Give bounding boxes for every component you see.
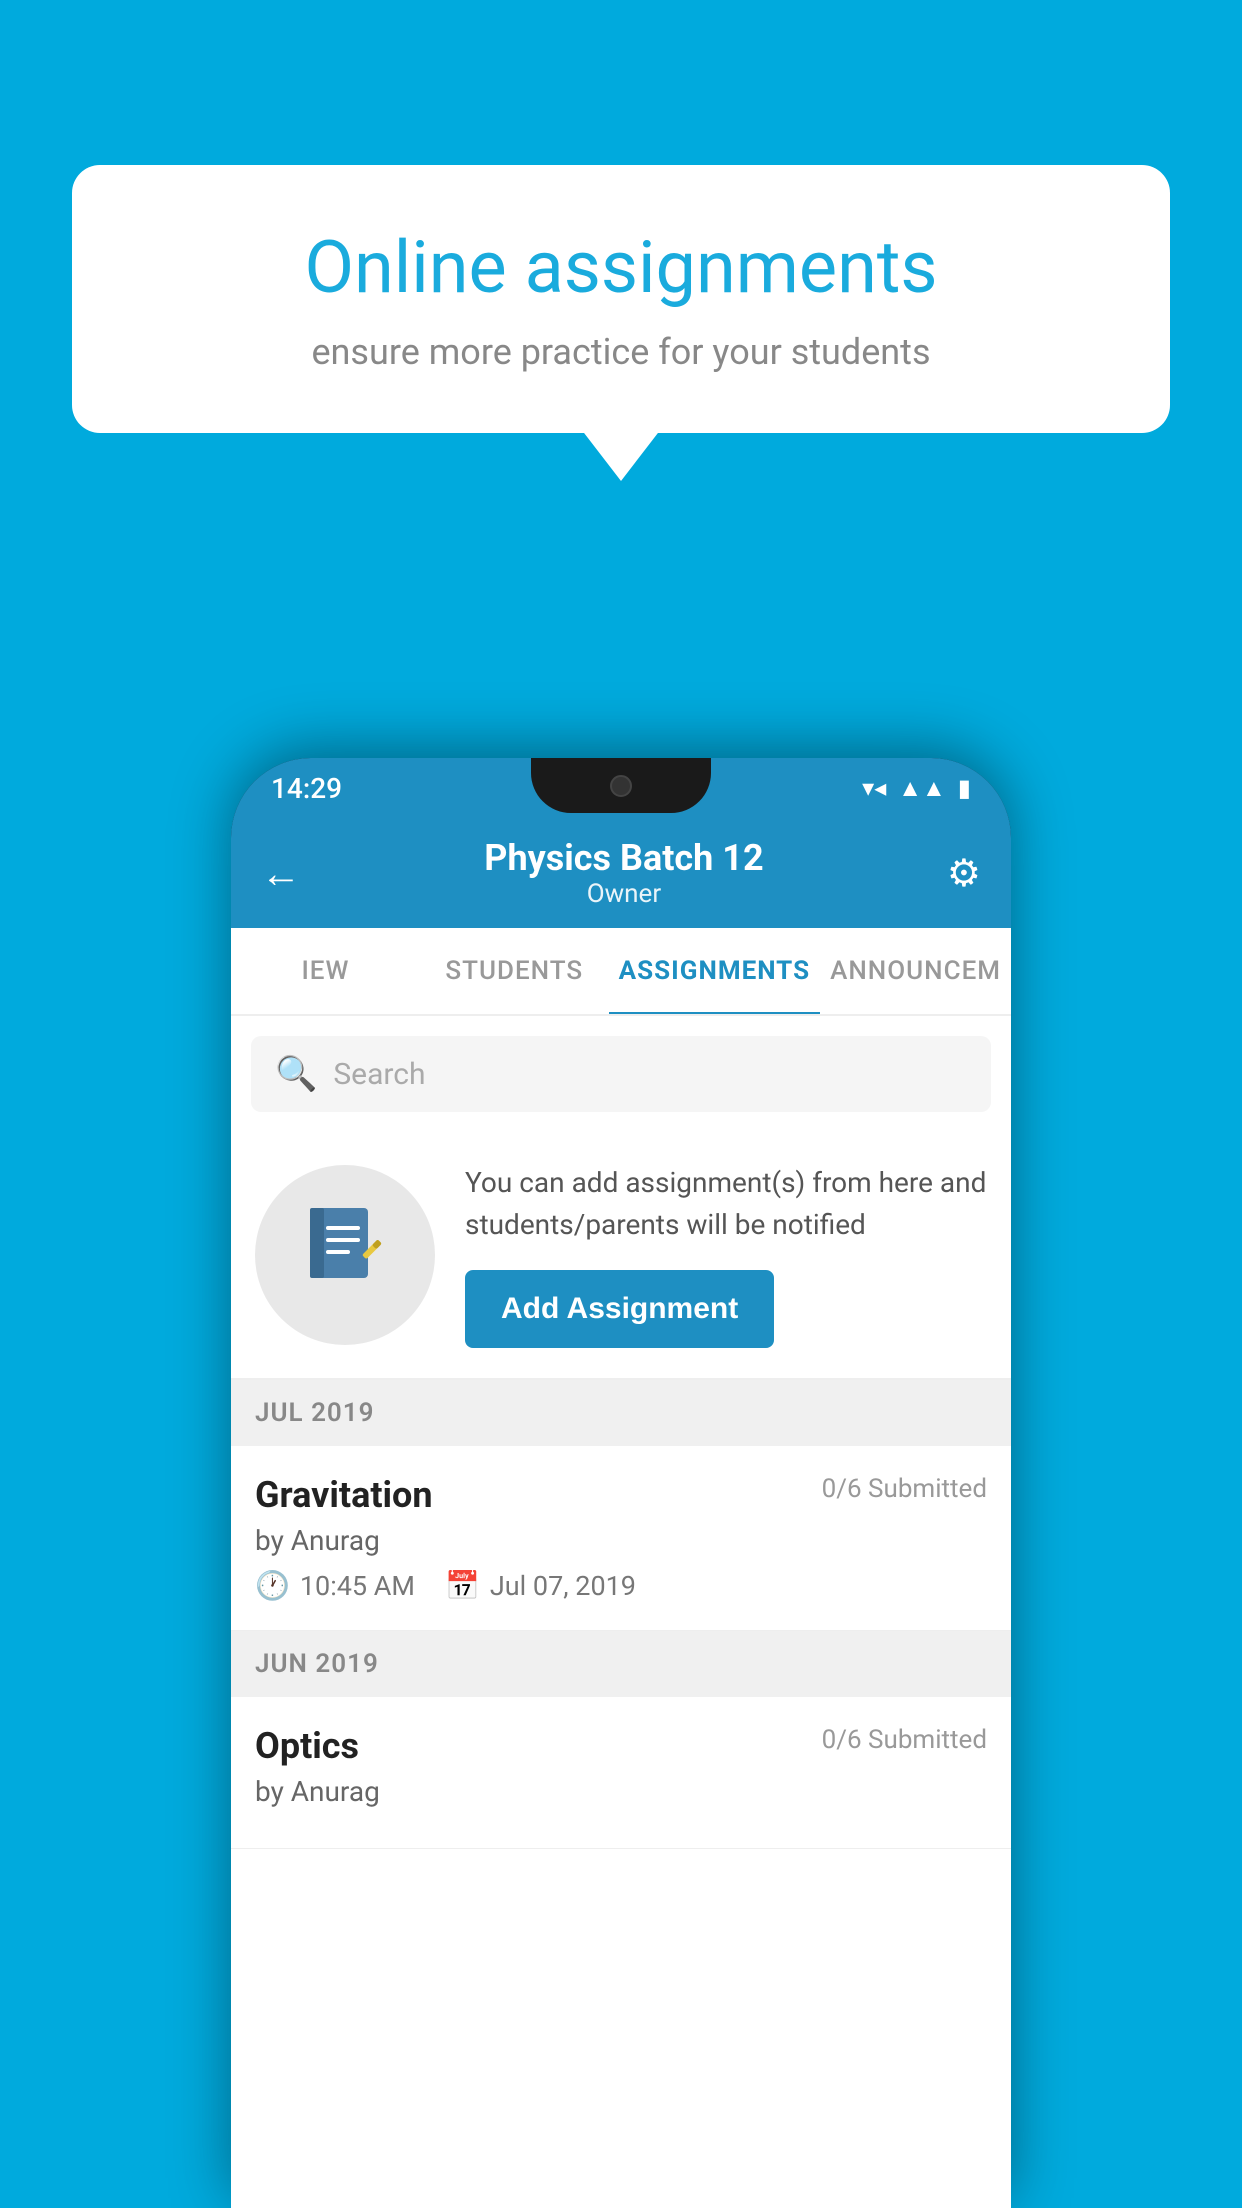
tab-iew[interactable]: IEW xyxy=(231,928,420,1014)
header-title: Physics Batch 12 xyxy=(484,837,763,879)
header-center: Physics Batch 12 Owner xyxy=(484,837,763,909)
assignment-meta-gravitation: 🕐 10:45 AM 📅 Jul 07, 2019 xyxy=(255,1569,987,1602)
assignment-item-optics[interactable]: Optics 0/6 Submitted by Anurag xyxy=(231,1697,1011,1849)
month-label-jul: JUL 2019 xyxy=(255,1398,375,1428)
notch-camera xyxy=(610,775,632,797)
assignment-submitted-optics: 0/6 Submitted xyxy=(822,1725,987,1755)
wifi-icon: ▾◂ xyxy=(862,774,886,802)
tab-assignments[interactable]: ASSIGNMENTS xyxy=(609,928,820,1014)
phone-notch xyxy=(531,758,711,813)
status-time: 14:29 xyxy=(271,772,342,805)
tabs-bar: IEW STUDENTS ASSIGNMENTS ANNOUNCEM xyxy=(231,928,1011,1016)
status-icons: ▾◂ ▲▲ ▮ xyxy=(862,774,971,803)
speech-bubble-container: Online assignments ensure more practice … xyxy=(72,165,1170,433)
signal-icon: ▲▲ xyxy=(898,774,946,803)
assignment-name-gravitation: Gravitation xyxy=(255,1474,433,1516)
assignment-row-top: Gravitation 0/6 Submitted xyxy=(255,1474,987,1516)
assignment-row-top-optics: Optics 0/6 Submitted xyxy=(255,1725,987,1767)
phone-content: IEW STUDENTS ASSIGNMENTS ANNOUNCEM 🔍 Sea… xyxy=(231,928,1011,2208)
add-assignment-button[interactable]: Add Assignment xyxy=(465,1270,774,1348)
assignment-promo: You can add assignment(s) from here and … xyxy=(231,1132,1011,1380)
section-header-jun: JUN 2019 xyxy=(231,1631,1011,1697)
clock-icon: 🕐 xyxy=(255,1569,290,1602)
assignment-submitted-gravitation: 0/6 Submitted xyxy=(822,1474,987,1504)
assignment-by-optics: by Anurag xyxy=(255,1775,987,1808)
header-subtitle: Owner xyxy=(484,879,763,909)
meta-time-gravitation: 🕐 10:45 AM xyxy=(255,1569,415,1602)
app-header: ← Physics Batch 12 Owner ⚙ xyxy=(231,818,1011,928)
tab-students[interactable]: STUDENTS xyxy=(420,928,609,1014)
calendar-icon: 📅 xyxy=(445,1569,480,1602)
time-value-gravitation: 10:45 AM xyxy=(300,1570,415,1602)
status-bar: 14:29 ▾◂ ▲▲ ▮ xyxy=(231,758,1011,818)
gear-icon[interactable]: ⚙ xyxy=(947,851,981,896)
meta-date-gravitation: 📅 Jul 07, 2019 xyxy=(445,1569,636,1602)
promo-content: You can add assignment(s) from here and … xyxy=(465,1162,987,1348)
promo-icon-circle xyxy=(255,1165,435,1345)
assignment-name-optics: Optics xyxy=(255,1725,359,1767)
speech-bubble: Online assignments ensure more practice … xyxy=(72,165,1170,433)
search-bar[interactable]: 🔍 Search xyxy=(251,1036,991,1112)
battery-icon: ▮ xyxy=(958,774,971,802)
assignment-by-gravitation: by Anurag xyxy=(255,1524,987,1557)
section-header-jul: JUL 2019 xyxy=(231,1380,1011,1446)
phone-device: 14:29 ▾◂ ▲▲ ▮ ← Physics Batch 12 Owner ⚙… xyxy=(231,758,1011,2208)
bubble-title: Online assignments xyxy=(142,225,1100,311)
bubble-subtitle: ensure more practice for your students xyxy=(142,331,1100,373)
search-icon: 🔍 xyxy=(275,1054,317,1094)
notebook-icon xyxy=(300,1200,390,1310)
assignment-item-gravitation[interactable]: Gravitation 0/6 Submitted by Anurag 🕐 10… xyxy=(231,1446,1011,1631)
search-placeholder: Search xyxy=(333,1057,425,1092)
back-button[interactable]: ← xyxy=(261,850,301,897)
promo-text: You can add assignment(s) from here and … xyxy=(465,1162,987,1246)
month-label-jun: JUN 2019 xyxy=(255,1649,379,1679)
tab-announcements[interactable]: ANNOUNCEM xyxy=(820,928,1011,1014)
date-value-gravitation: Jul 07, 2019 xyxy=(490,1570,636,1602)
